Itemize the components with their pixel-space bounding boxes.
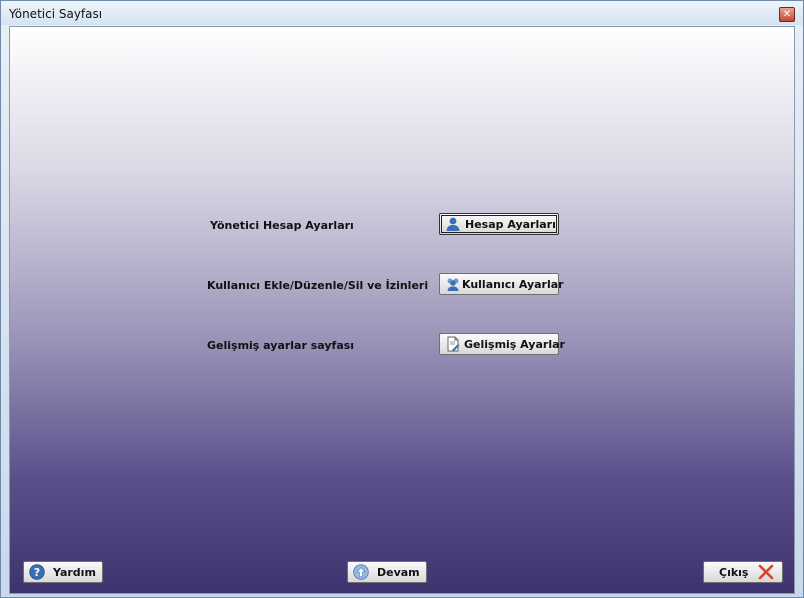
up-arrow-icon [353, 564, 369, 580]
help-icon: ? [29, 564, 45, 580]
user-settings-button-label: Kullanıcı Ayarlar [462, 277, 564, 291]
advanced-settings-button[interactable]: Gelişmiş Ayarlar [439, 333, 565, 355]
advanced-settings-label: Gelişmiş ayarlar sayfası [207, 339, 355, 352]
window-title: Yönetici Sayfası [9, 7, 103, 21]
title-bar: Yönetici Sayfası ✕ [1, 1, 803, 25]
continue-button-label: Devam [377, 565, 420, 579]
account-settings-button-label: Hesap Ayarları [465, 217, 556, 231]
client-area: Yönetici Hesap Ayarları Hesap Ayarları K… [9, 26, 795, 594]
close-x-icon [758, 564, 774, 580]
help-button[interactable]: ? Yardım [23, 561, 103, 583]
advanced-settings-button-label: Gelişmiş Ayarlar [464, 337, 565, 351]
exit-button[interactable]: Çıkış [703, 561, 783, 583]
main-window: Yönetici Sayfası ✕ Yönetici Hesap Ayarla… [0, 0, 804, 598]
user-icon [445, 216, 461, 232]
user-settings-button[interactable]: Kullanıcı Ayarlar [439, 273, 564, 295]
window-close-button[interactable]: ✕ [779, 7, 795, 22]
help-button-label: Yardım [53, 565, 96, 579]
exit-button-label: Çıkış [719, 565, 749, 579]
continue-button[interactable]: Devam [347, 561, 427, 583]
users-icon [445, 276, 461, 292]
admin-account-label: Yönetici Hesap Ayarları [210, 219, 354, 232]
document-edit-icon [445, 336, 461, 352]
svg-text:?: ? [34, 566, 40, 579]
account-settings-button[interactable]: Hesap Ayarları [439, 213, 559, 235]
user-management-label: Kullanıcı Ekle/Düzenle/Sil ve İzinleri [207, 279, 429, 292]
